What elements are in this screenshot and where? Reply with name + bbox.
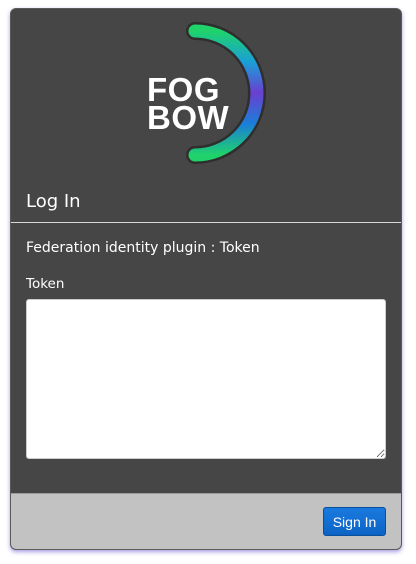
token-label: Token (26, 276, 65, 292)
login-card: FOG BOW Log In Federation identity plugi… (10, 8, 402, 550)
plugin-info-text: Federation identity plugin : Token (26, 240, 260, 256)
logo-area: FOG BOW (11, 9, 401, 179)
fogbow-logo-icon: FOG BOW (147, 22, 266, 164)
card-footer: Sign In (11, 493, 401, 549)
page-title: Log In (26, 191, 81, 212)
sign-in-button[interactable]: Sign In (323, 507, 386, 536)
token-input[interactable] (26, 299, 386, 459)
logo-text-bow: BOW (147, 99, 230, 136)
card-header: Log In (11, 179, 401, 223)
